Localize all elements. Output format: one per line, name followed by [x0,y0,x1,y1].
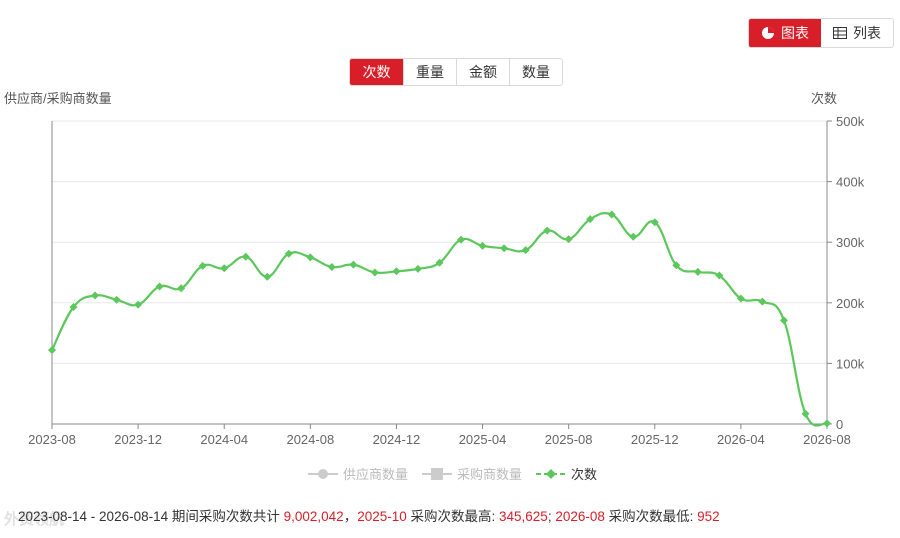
data-point [758,297,767,306]
y-tick-label: 500k [836,114,865,129]
x-tick-label: 2026-04 [717,432,765,447]
x-tick-label: 2023-12 [114,432,162,447]
square-line-icon [422,467,453,480]
data-point [370,268,379,277]
data-point [349,260,358,269]
y-tick-label: 300k [836,235,865,250]
data-point [241,252,250,261]
y-tick-label: 200k [836,296,865,311]
summary-min-value: 952 [697,509,720,524]
series-points [48,210,831,428]
data-point [392,267,401,276]
summary-date-range: 2023-08-14 - 2026-08-14 [18,509,169,524]
data-point [500,244,509,253]
y-tick-label: 0 [836,417,843,432]
data-point [478,241,487,250]
legend-label: 次数 [571,467,598,482]
y-tick-label: 100k [836,356,865,371]
x-tick-labels: 2023-08 2023-12 2024-04 2024-08 2024-12 2025-… [28,424,851,447]
y-tick-labels: 0 100k 200k 300k 400k 500k [836,114,865,432]
x-tick-label: 2025-12 [631,432,679,447]
legend-item-suppliers[interactable]: 供应商数量 [308,464,408,483]
data-point [823,419,831,428]
legend-label: 供应商数量 [343,467,409,482]
line-chart: 0 100k 200k 300k 400k 500k 2023-08 2023-12 2024… [28,114,865,447]
summary-max-value: 345,625 [499,509,548,524]
summary-text-2: 采购次数最高: [406,509,499,524]
x-tick-label: 2025-04 [459,432,507,447]
x-tick-label: 2025-08 [545,432,593,447]
summary-sep-1: ， [343,509,358,524]
x-tick-label: 2024-08 [286,432,334,447]
data-point [327,263,336,272]
summary-max-month: 2025-10 [357,509,407,524]
legend: 供应商数量 采购商数量 次数 [308,464,597,483]
legend-item-count[interactable]: 次数 [536,464,597,483]
x-tick-label: 2024-12 [373,432,421,447]
summary-text-3: 采购次数最低: [604,509,698,524]
summary-text: 2023-08-14 - 2026-08-14 期间采购次数共计 9,002,0… [18,505,720,525]
data-point [263,272,272,281]
data-point [48,346,56,355]
data-point [220,264,229,273]
x-tick-label: 2024-04 [200,432,248,447]
diamond-line-icon [536,468,567,479]
series-line-count [51,211,828,427]
summary-total: 9,002,042 [283,509,344,524]
data-point [629,232,638,241]
x-tick-label: 2023-08 [28,432,76,447]
y-tick-label: 400k [836,175,865,190]
data-point [801,409,810,418]
data-point [779,316,788,325]
data-point [413,264,422,273]
data-point [306,253,315,262]
grid-lines [52,120,827,364]
data-point [91,291,100,300]
data-point [134,300,143,309]
summary-min-month: 2026-08 [555,509,605,524]
circle-line-icon [308,468,338,479]
legend-item-buyers[interactable]: 采购商数量 [422,464,522,483]
summary-text-1: 期间采购次数共计 [168,509,284,524]
legend-label: 采购商数量 [457,467,523,482]
x-tick-label: 2026-08 [803,432,851,447]
data-point [543,226,552,235]
data-point [693,267,702,276]
